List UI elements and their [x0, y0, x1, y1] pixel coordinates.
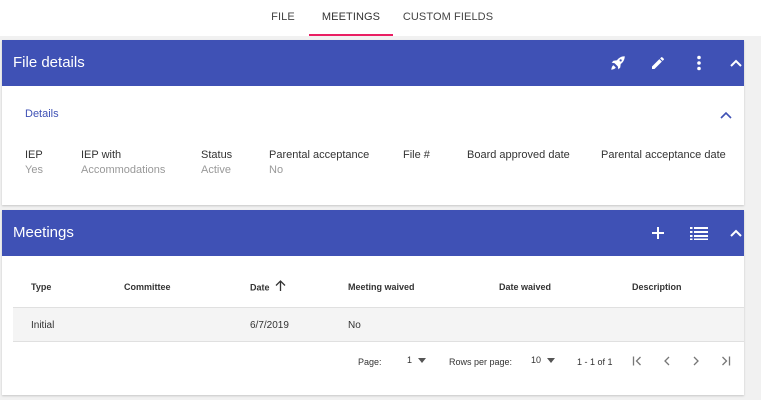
column-header-description[interactable]: Description: [632, 282, 682, 292]
field-label: IEP: [25, 149, 43, 161]
field-value: Active: [201, 164, 231, 176]
field-label: Status: [201, 149, 233, 161]
cell-type: Initial: [31, 320, 55, 331]
meetings-card: Meetings Type Committee Date Meeting wai…: [2, 210, 744, 395]
details-toggle-link[interactable]: Details: [25, 108, 59, 120]
field-label: Parental acceptance: [269, 149, 370, 161]
rows-per-page-select[interactable]: 10: [531, 355, 556, 365]
field-parental-acceptance: Parental acceptance No: [269, 149, 369, 176]
column-header-type[interactable]: Type: [31, 282, 51, 292]
collapse-chevron-up-icon[interactable]: [726, 223, 746, 243]
first-page-icon[interactable]: [630, 353, 646, 369]
field-label: IEP with: [81, 149, 122, 161]
list-icon[interactable]: [689, 223, 709, 243]
rows-per-page-value: 10: [531, 355, 542, 365]
more-vert-icon[interactable]: [689, 53, 709, 73]
sort-arrow-up-icon[interactable]: [275, 280, 286, 294]
rocket-icon[interactable]: [608, 53, 628, 73]
pencil-icon[interactable]: [648, 53, 668, 73]
last-page-icon[interactable]: [717, 353, 733, 369]
file-details-card: File details Details IEP Yes IEP with Ac…: [2, 40, 744, 205]
meetings-table: Type Committee Date Meeting waived Date …: [2, 256, 744, 395]
collapse-chevron-up-icon[interactable]: [726, 53, 746, 73]
file-details-body: Details IEP Yes IEP with Accommodations …: [2, 86, 744, 205]
meetings-header: Meetings: [2, 210, 744, 256]
page-select[interactable]: 1: [407, 355, 427, 365]
field-label: Parental acceptance date: [601, 149, 726, 161]
field-file-number: File #: [403, 149, 430, 164]
cell-date: 6/7/2019: [250, 320, 289, 331]
tab-bar: FILE MEETINGS CUSTOM FIELDS: [0, 0, 761, 36]
column-header-date-waived[interactable]: Date waived: [499, 282, 551, 292]
tab-meetings[interactable]: MEETINGS: [309, 0, 393, 36]
file-details-header: File details: [2, 40, 744, 86]
field-value: Accommodations: [81, 164, 166, 176]
field-parental-acceptance-date: Parental acceptance date: [601, 149, 726, 164]
file-details-title: File details: [13, 54, 85, 71]
column-header-meeting-waived[interactable]: Meeting waived: [348, 282, 415, 292]
tab-file[interactable]: FILE: [265, 0, 301, 36]
plus-icon[interactable]: [648, 223, 668, 243]
field-label: File #: [403, 149, 430, 161]
column-header-date[interactable]: Date: [250, 280, 286, 294]
dropdown-arrow-icon: [418, 357, 427, 363]
column-header-committee[interactable]: Committee: [124, 282, 171, 292]
column-header-date-label: Date: [250, 282, 270, 293]
field-label: Board approved date: [467, 149, 570, 161]
field-value: No: [269, 164, 284, 176]
field-value: Yes: [25, 164, 43, 176]
chevron-up-icon[interactable]: [720, 106, 732, 124]
page-range: 1 - 1 of 1: [577, 357, 613, 367]
table-row[interactable]: [13, 308, 744, 342]
page-select-value: 1: [407, 355, 413, 365]
meetings-title: Meetings: [13, 224, 74, 241]
dropdown-arrow-icon: [547, 357, 556, 363]
page-label: Page:: [358, 357, 382, 367]
next-page-icon[interactable]: [688, 353, 704, 369]
rows-per-page-label: Rows per page:: [449, 357, 513, 367]
field-board-approved-date: Board approved date: [467, 149, 570, 164]
field-iep-with: IEP with Accommodations: [81, 149, 165, 176]
field-iep: IEP Yes: [25, 149, 43, 176]
previous-page-icon[interactable]: [659, 353, 675, 369]
field-status: Status Active: [201, 149, 232, 176]
cell-meeting-waived: No: [348, 320, 361, 331]
tab-custom-fields[interactable]: CUSTOM FIELDS: [400, 0, 496, 36]
